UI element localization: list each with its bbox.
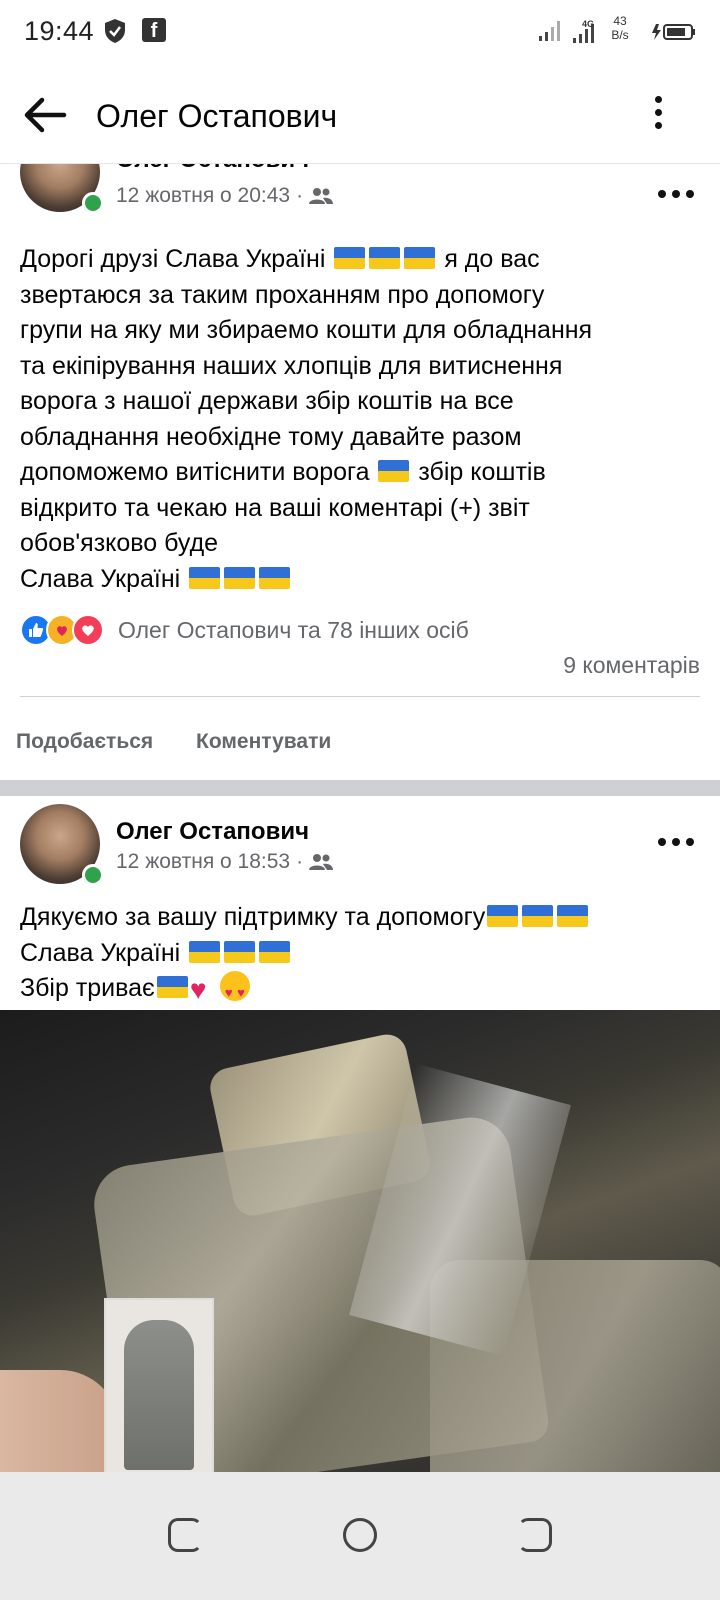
comment-button[interactable]: Коментувати: [196, 730, 331, 754]
ukraine-flag-icon: [487, 905, 519, 927]
post-author[interactable]: Олег Остапович: [116, 164, 309, 174]
system-nav-bar: [0, 1472, 720, 1600]
speed-value: 43: [613, 14, 627, 28]
post-timestamp[interactable]: 12 жовтня о 18:53: [116, 850, 290, 874]
ukraine-flag-icon: [378, 460, 410, 482]
post-photo[interactable]: [0, 1010, 720, 1472]
post-text-part: Дорогі друзі Слава Україні: [20, 245, 333, 273]
ukraine-flag-icon: [224, 566, 256, 589]
post-meta: 12 жовтня о 20:43 ·: [116, 184, 334, 208]
post-author[interactable]: Олег Остапович: [116, 818, 309, 846]
speed-unit: B/s: [611, 28, 629, 42]
like-button[interactable]: Подобається: [16, 730, 153, 754]
post-separator: [0, 780, 720, 796]
signal-icon: [539, 21, 560, 41]
reactions-summary[interactable]: Олег Остапович та 78 інших осіб: [20, 614, 469, 646]
author-avatar[interactable]: [20, 164, 104, 216]
status-bar: 19:44 f 4G 43 B/s: [0, 0, 720, 64]
post-divider: [20, 696, 700, 697]
meta-separator: ·: [296, 850, 304, 873]
friends-audience-icon: [309, 854, 334, 870]
online-status-dot: [82, 192, 104, 214]
overflow-menu-icon[interactable]: [646, 92, 670, 136]
signal-4g-icon: 4G: [573, 19, 594, 43]
page-title: Олег Остапович: [96, 98, 338, 134]
post-options-button[interactable]: [658, 832, 694, 852]
post-timestamp[interactable]: 12 жовтня о 20:43: [116, 184, 290, 208]
status-time: 19:44: [24, 16, 95, 46]
ukraine-flag-icon: [259, 940, 291, 963]
photo-detail: [0, 1370, 120, 1472]
facebook-notification-icon: f: [142, 18, 166, 42]
post-text-part: я до вас звертаюся за таким проханням пр…: [20, 245, 593, 486]
feed[interactable]: Олег Остапович 12 жовтня о 20:43 · Дорог…: [0, 164, 720, 1472]
heart-emoji-icon: ♥: [189, 974, 207, 1005]
home-icon[interactable]: [343, 1518, 377, 1552]
system-back-icon[interactable]: [518, 1518, 552, 1552]
network-speed: 43 B/s: [608, 14, 632, 42]
network-type-label: 4G: [582, 19, 594, 29]
post-text: Дякуємо за вашу підтримку та допомогу Сл…: [20, 900, 700, 1011]
app-bar: Олег Остапович: [0, 64, 720, 164]
back-arrow-icon[interactable]: [20, 90, 70, 140]
ukraine-flag-icon: [259, 566, 291, 589]
ukraine-flag-icon: [369, 247, 401, 269]
post-meta: 12 жовтня о 18:53 ·: [116, 850, 334, 874]
comments-count[interactable]: 9 коментарів: [563, 652, 700, 679]
shield-icon: [105, 19, 125, 43]
meta-separator: ·: [296, 184, 304, 207]
post-options-button[interactable]: [658, 184, 694, 204]
author-avatar[interactable]: [20, 804, 104, 888]
post-text-part: Дякуємо за вашу підтримку та допомогу: [20, 903, 486, 931]
battery-charging-icon: [652, 24, 695, 40]
ukraine-flag-icon: [557, 905, 589, 927]
post-text-part: Слава Україні: [20, 938, 188, 967]
post-text-part: Збір триває: [20, 974, 155, 1002]
ukraine-flag-icon: [522, 905, 554, 927]
love-reaction-icon: [72, 614, 104, 646]
photo-detail: [104, 1298, 214, 1472]
heart-eyes-emoji-icon: [219, 971, 250, 1011]
ukraine-flag-icon: [404, 247, 436, 269]
post-text: Дорогі друзі Слава Україні я до вас звер…: [20, 242, 700, 597]
recent-apps-icon[interactable]: [168, 1518, 202, 1552]
ukraine-flag-icon: [189, 566, 221, 589]
ukraine-flag-icon: [156, 976, 188, 998]
friends-audience-icon: [309, 188, 334, 204]
ukraine-flag-icon: [224, 940, 256, 963]
reactions-text: Олег Остапович та 78 інших осіб: [118, 616, 469, 643]
ukraine-flag-icon: [189, 940, 221, 963]
online-status-dot: [82, 864, 104, 886]
ukraine-flag-icon: [334, 247, 366, 269]
